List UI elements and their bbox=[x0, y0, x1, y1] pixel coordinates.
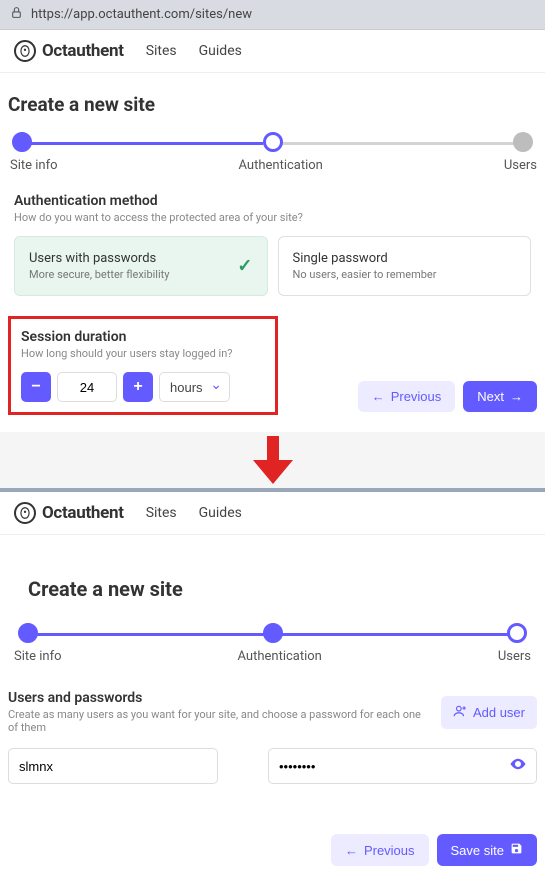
stepper bbox=[12, 132, 533, 152]
session-value-input[interactable] bbox=[57, 372, 117, 402]
auth-option-users-with-passwords[interactable]: Users with passwords More secure, better… bbox=[14, 236, 268, 296]
step-label-users: Users bbox=[498, 649, 531, 664]
auth-option-title: Users with passwords bbox=[29, 251, 253, 266]
step-dot-authentication[interactable] bbox=[263, 623, 283, 643]
step-dot-users[interactable] bbox=[513, 132, 533, 152]
page-title: Create a new site bbox=[8, 93, 537, 116]
brand[interactable]: Octauthent bbox=[14, 40, 124, 62]
step-label-authentication: Authentication bbox=[239, 158, 323, 173]
top-bar: Octauthent Sites Guides bbox=[0, 492, 545, 535]
session-unit-select[interactable]: hours bbox=[159, 372, 230, 402]
top-bar: Octauthent Sites Guides bbox=[0, 30, 545, 73]
arrow-right-icon: → bbox=[510, 389, 523, 404]
step-dot-site-info[interactable] bbox=[18, 623, 38, 643]
brand[interactable]: Octauthent bbox=[14, 502, 124, 524]
users-desc: Create as many users as you want for you… bbox=[8, 708, 429, 734]
increment-button[interactable]: + bbox=[123, 372, 153, 402]
arrow-left-icon: ← bbox=[372, 389, 385, 404]
auth-option-sub: More secure, better flexibility bbox=[29, 268, 253, 281]
auth-method-section: Authentication method How do you want to… bbox=[8, 193, 537, 296]
users-heading: Users and passwords bbox=[8, 690, 429, 706]
brand-name: Octauthent bbox=[42, 503, 124, 523]
arrow-left-icon: ← bbox=[345, 843, 358, 858]
step-label-site-info: Site info bbox=[10, 158, 58, 173]
step-label-authentication: Authentication bbox=[238, 649, 322, 664]
eye-icon[interactable] bbox=[509, 755, 527, 777]
step-label-users: Users bbox=[504, 158, 537, 173]
nav-sites[interactable]: Sites bbox=[146, 43, 177, 59]
wizard-nav: ← Previous Save site bbox=[8, 834, 537, 866]
save-icon bbox=[510, 842, 523, 858]
session-heading: Session duration bbox=[21, 329, 265, 345]
page-title: Create a new site bbox=[28, 577, 517, 601]
brand-logo-icon bbox=[14, 40, 36, 62]
panel-users: Create a new site Site info Authenticati… bbox=[0, 535, 545, 886]
transition-arrow bbox=[0, 432, 545, 492]
previous-button[interactable]: ← Previous bbox=[358, 381, 456, 412]
save-site-button[interactable]: Save site bbox=[437, 834, 537, 866]
password-input[interactable] bbox=[268, 748, 537, 784]
url-text: https://app.octauthent.com/sites/new bbox=[31, 7, 252, 22]
brand-logo-icon bbox=[14, 502, 36, 524]
nav-guides[interactable]: Guides bbox=[199, 505, 242, 521]
nav-sites[interactable]: Sites bbox=[146, 505, 177, 521]
add-user-icon bbox=[453, 704, 467, 721]
step-dot-users[interactable] bbox=[507, 623, 527, 643]
brand-name: Octauthent bbox=[42, 41, 124, 61]
auth-option-title: Single password bbox=[293, 251, 517, 266]
username-input[interactable] bbox=[8, 748, 218, 784]
add-user-button[interactable]: Add user bbox=[441, 696, 537, 729]
step-dot-site-info[interactable] bbox=[12, 132, 32, 152]
down-arrow-icon bbox=[253, 436, 293, 484]
browser-address-bar: https://app.octauthent.com/sites/new bbox=[0, 0, 545, 30]
auth-option-single-password[interactable]: Single password No users, easier to reme… bbox=[278, 236, 532, 296]
lock-icon bbox=[10, 6, 23, 23]
next-button[interactable]: Next → bbox=[463, 381, 537, 412]
decrement-button[interactable]: − bbox=[21, 372, 51, 402]
auth-option-sub: No users, easier to remember bbox=[293, 268, 517, 281]
previous-button[interactable]: ← Previous bbox=[331, 834, 429, 866]
stepper bbox=[18, 623, 527, 643]
step-dot-authentication[interactable] bbox=[263, 132, 283, 152]
auth-method-heading: Authentication method bbox=[14, 193, 531, 209]
checkmark-icon: ✓ bbox=[237, 256, 252, 277]
step-label-site-info: Site info bbox=[14, 649, 62, 664]
auth-method-desc: How do you want to access the protected … bbox=[14, 211, 531, 224]
panel-authentication: Create a new site Site info Authenticati… bbox=[0, 73, 545, 432]
nav-guides[interactable]: Guides bbox=[199, 43, 242, 59]
session-desc: How long should your users stay logged i… bbox=[21, 347, 265, 360]
